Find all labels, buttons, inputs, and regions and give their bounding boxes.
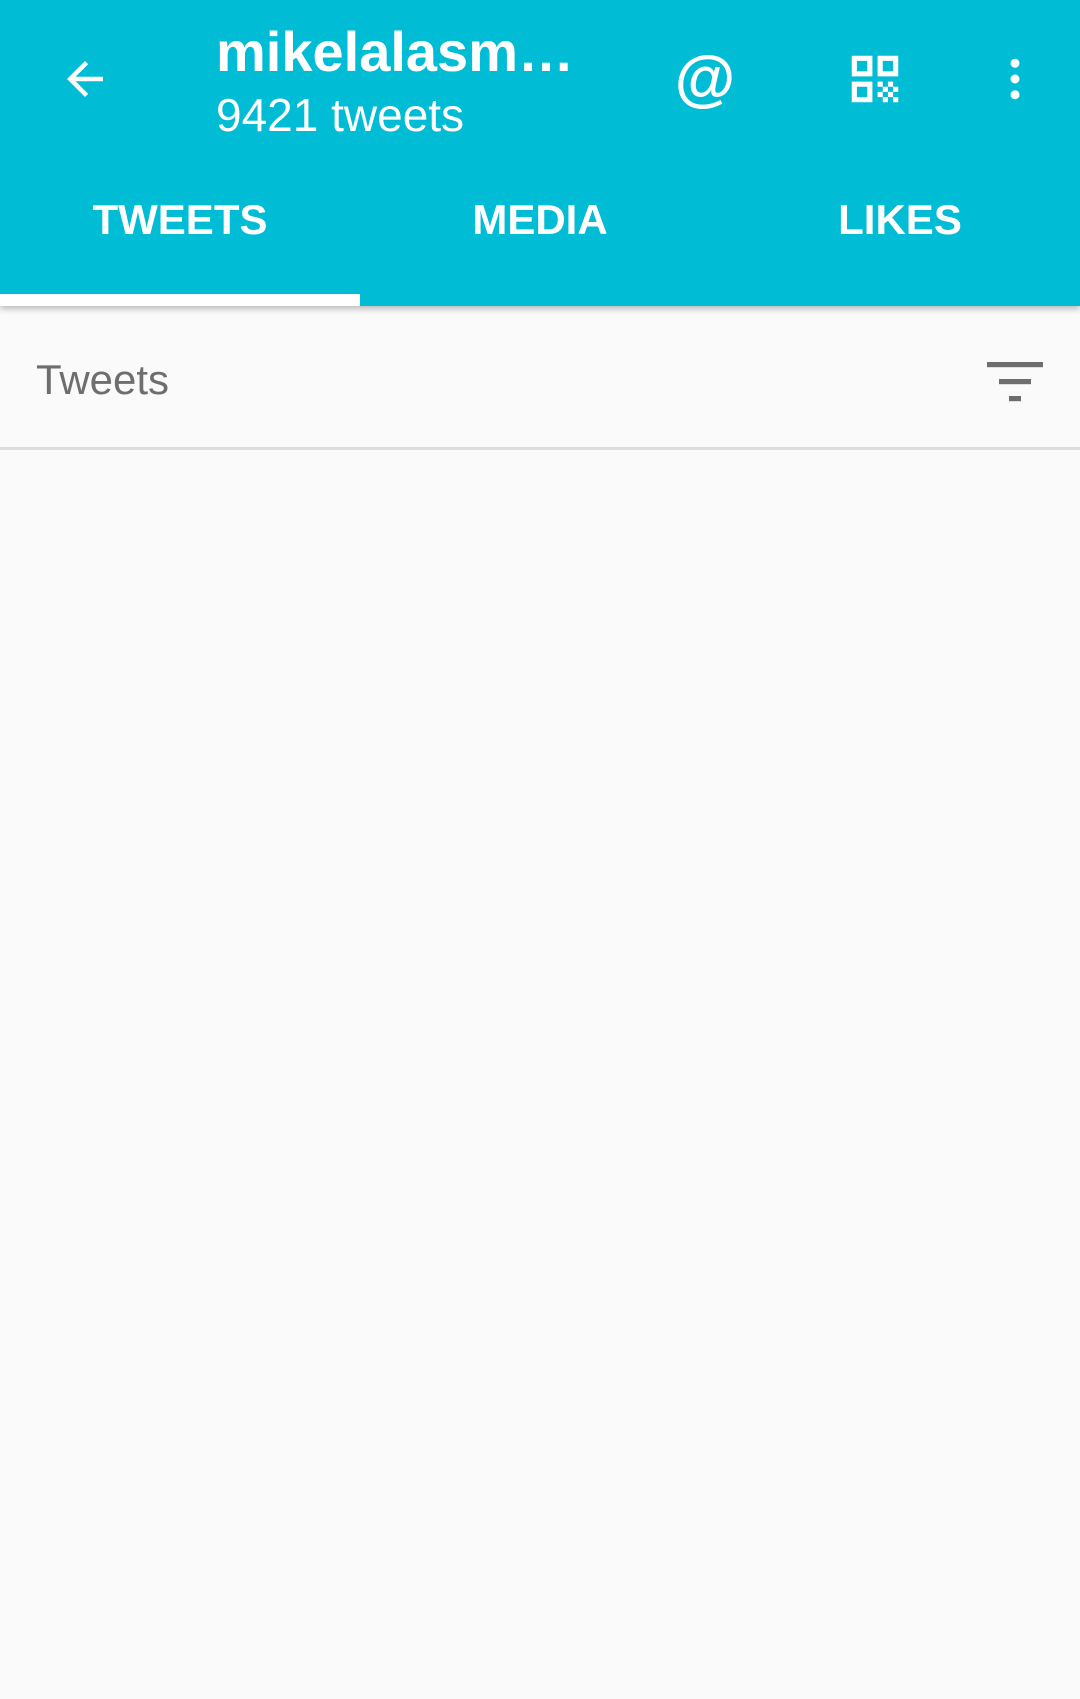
tab-bar: TWEETS MEDIA LIKES [0,170,1080,306]
toolbar: mikelalasmu… 9421 tweets @ [0,0,1080,170]
at-sign-icon: @ [674,44,736,113]
tab-media[interactable]: MEDIA [360,170,720,306]
title-block: mikelalasmu… 9421 tweets [216,18,606,144]
qr-code-icon [851,55,899,103]
mention-button[interactable]: @ [660,34,750,124]
more-vertical-icon [1010,58,1020,100]
filter-button[interactable] [970,352,1060,412]
tweet-list[interactable] [0,450,1080,1699]
tab-tweets[interactable]: TWEETS [0,170,360,306]
profile-title: mikelalasmu… [216,20,606,83]
back-button[interactable] [40,34,130,124]
qr-code-button[interactable] [830,34,920,124]
more-options-button[interactable] [970,34,1060,124]
filter-icon [987,362,1043,402]
section-header: Tweets [0,306,1080,450]
app-bar: mikelalasmu… 9421 tweets @ TWEETS MEDIA … [0,0,1080,306]
tweet-count: 9421 tweets [216,89,465,141]
arrow-left-icon [67,61,103,97]
section-title: Tweets [36,356,170,403]
tab-likes[interactable]: LIKES [720,170,1080,306]
